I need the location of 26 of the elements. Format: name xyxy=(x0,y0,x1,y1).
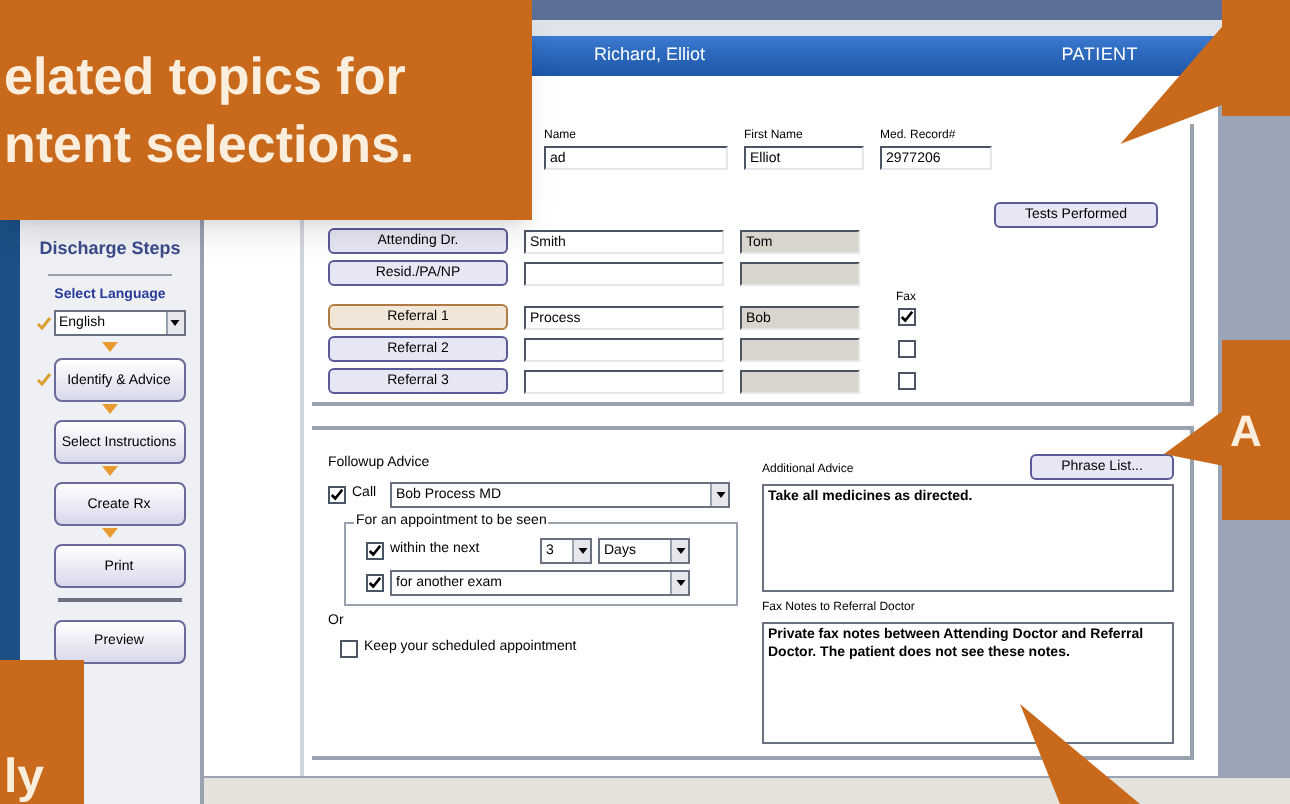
checkbox[interactable] xyxy=(328,485,346,503)
checkbox[interactable] xyxy=(366,541,384,559)
callout-text: ly xyxy=(4,752,45,804)
text-field[interactable] xyxy=(524,261,724,285)
patient-name: Richard, Elliot xyxy=(594,42,706,69)
checkbox[interactable] xyxy=(897,372,915,390)
section-title: PATIENT xyxy=(1061,42,1138,69)
checkbox[interactable] xyxy=(897,340,915,358)
down-arrow-icon xyxy=(102,528,118,538)
sidebar-title: Discharge Steps xyxy=(39,236,181,262)
text-field[interactable] xyxy=(524,369,724,393)
checkbox[interactable] xyxy=(366,573,384,591)
callout-pointer xyxy=(1020,704,1140,804)
text-field[interactable] xyxy=(524,337,724,361)
down-arrow-icon xyxy=(102,466,118,476)
callout-text: ntent selections. xyxy=(4,112,417,178)
checkbox[interactable] xyxy=(897,308,915,326)
text-field[interactable] xyxy=(740,337,860,361)
checkbox[interactable] xyxy=(340,639,358,658)
text-field[interactable] xyxy=(740,261,860,285)
callout-text: elated topics for xyxy=(4,44,408,110)
down-arrow-icon xyxy=(102,404,118,414)
text-field[interactable] xyxy=(740,369,860,393)
down-arrow-icon xyxy=(102,342,118,352)
callout-box xyxy=(1222,0,1290,116)
callout-text: A xyxy=(1230,403,1262,459)
